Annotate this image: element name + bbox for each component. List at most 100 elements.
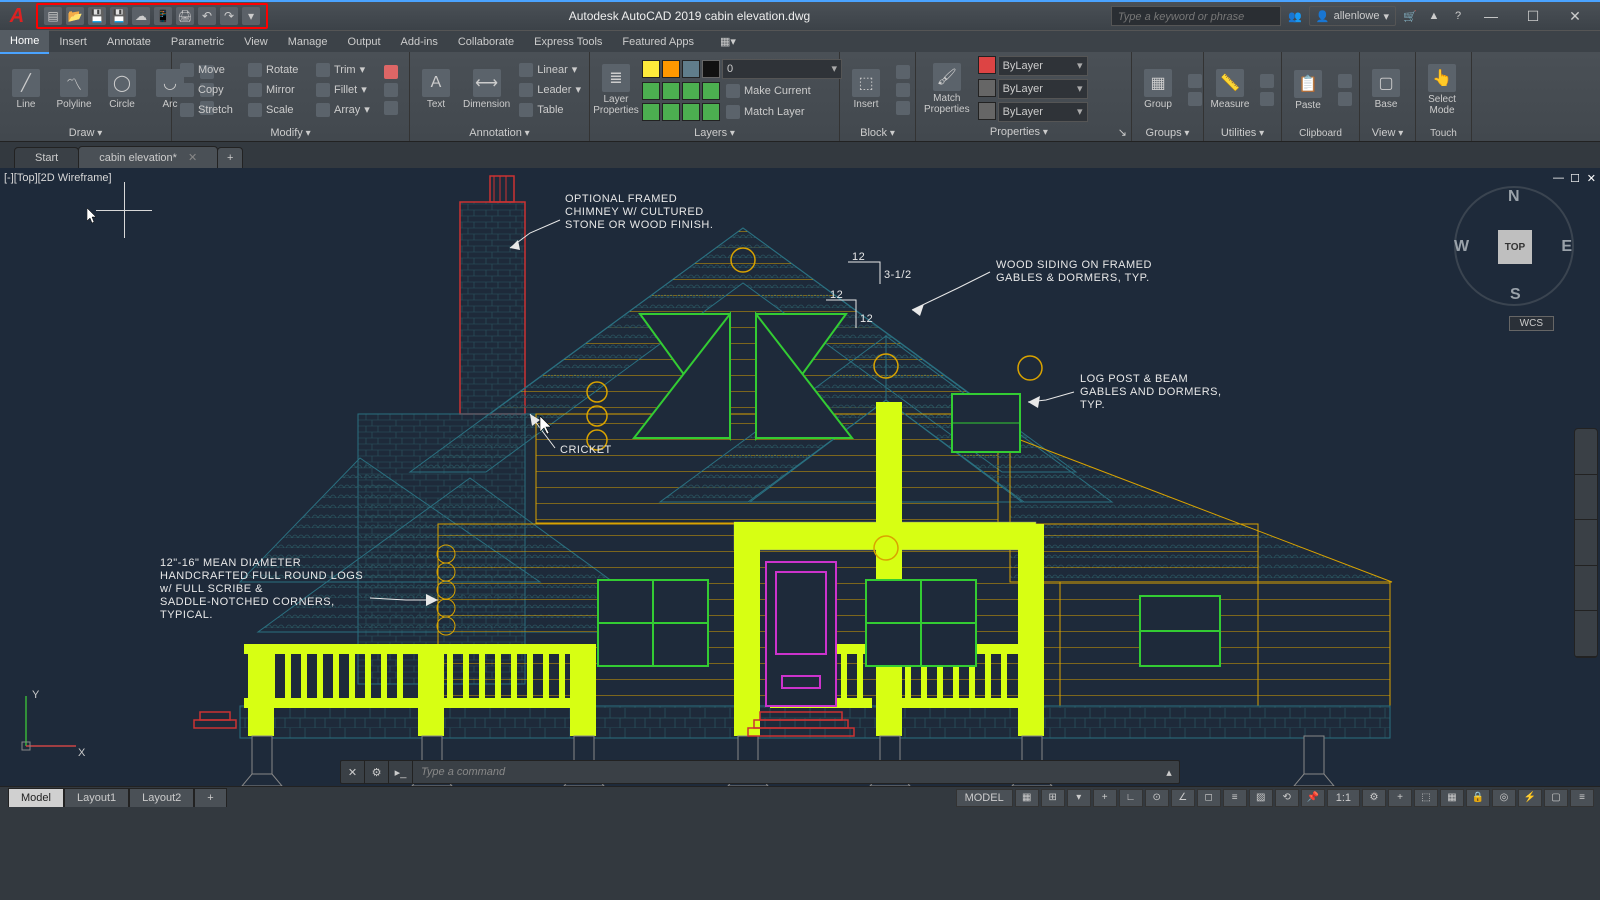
layer-iso-icon[interactable] (642, 82, 660, 100)
snap-button[interactable]: ⊞ (1041, 789, 1065, 807)
move-button[interactable]: Move (176, 61, 240, 79)
compass-n[interactable]: N (1508, 188, 1520, 206)
rotate-button[interactable]: Rotate (244, 61, 308, 79)
command-line[interactable]: ✕ ⚙ ▸_ Type a command ▴ (340, 760, 1180, 784)
tab-insert[interactable]: Insert (49, 31, 97, 53)
tab-start[interactable]: Start (14, 147, 79, 168)
transparency-button[interactable]: ▨ (1249, 789, 1273, 807)
lineweight-dropdown[interactable]: ByLayer (998, 79, 1088, 99)
layer-off-icon[interactable] (682, 82, 700, 100)
tab-layout1[interactable]: Layout1 (64, 788, 129, 807)
text-button[interactable]: AText (414, 67, 458, 112)
search-input[interactable]: Type a keyword or phrase (1111, 6, 1281, 26)
lock-ui-button[interactable]: 🔒 (1466, 789, 1490, 807)
dynamic-input-button[interactable]: + (1093, 789, 1117, 807)
create-block-button[interactable] (892, 64, 914, 80)
isolate-button[interactable]: ◎ (1492, 789, 1516, 807)
nav-zoom-button[interactable] (1575, 520, 1597, 566)
viewport-restore[interactable]: ☐ (1570, 172, 1580, 185)
layer-dropdown[interactable]: 0 (722, 59, 842, 79)
linetype-dropdown[interactable]: ByLayer (998, 102, 1088, 122)
measure-button[interactable]: 📏Measure (1208, 67, 1252, 112)
select-mode-button[interactable]: 👆Select Mode (1420, 62, 1464, 118)
signin-icon[interactable]: 👥 (1285, 6, 1305, 26)
scale-button[interactable]: Scale (244, 101, 308, 119)
cycling-button[interactable]: ⟲ (1275, 789, 1299, 807)
panel-label[interactable]: View ▾ (1364, 125, 1411, 141)
leader-button[interactable]: Leader ▾ (515, 81, 585, 99)
copy-clip-button[interactable] (1334, 91, 1356, 107)
linetype-icon[interactable] (978, 102, 996, 120)
lineweight-icon[interactable] (978, 79, 996, 97)
undo-icon[interactable]: ↶ (198, 7, 216, 25)
infer-button[interactable]: ▾ (1067, 789, 1091, 807)
close-tab-icon[interactable]: ✕ (188, 152, 197, 164)
mobile-icon[interactable]: 📱 (154, 7, 172, 25)
layer-color-icon[interactable] (702, 60, 720, 78)
minimize-button[interactable]: — (1472, 3, 1510, 29)
mirror-button[interactable]: Mirror (244, 81, 308, 99)
make-current-button[interactable]: Make Current (722, 82, 842, 100)
trim-button[interactable]: Trim ▾ (312, 61, 376, 79)
tab-home[interactable]: Home (0, 30, 49, 54)
copy-button[interactable]: Copy (176, 81, 240, 99)
layer-state-icon[interactable] (642, 60, 660, 78)
tab-collaborate[interactable]: Collaborate (448, 31, 524, 53)
base-button[interactable]: ▢Base (1364, 67, 1408, 112)
fillet-button[interactable]: Fillet ▾ (312, 81, 376, 99)
cut-button[interactable] (1334, 73, 1356, 89)
web-icon[interactable]: ☁ (132, 7, 150, 25)
tab-file[interactable]: cabin elevation* ✕ (78, 146, 218, 168)
layer-btn-b[interactable] (662, 103, 680, 121)
tab-parametric[interactable]: Parametric (161, 31, 234, 53)
count-button[interactable] (1256, 73, 1278, 89)
wcs-label[interactable]: WCS (1509, 316, 1554, 331)
panel-label[interactable]: Annotation ▾ (414, 125, 585, 141)
match-properties-button[interactable]: 🖌Match Properties (920, 61, 974, 117)
tab-annotate[interactable]: Annotate (97, 31, 161, 53)
erase-button[interactable] (380, 64, 402, 80)
save-icon[interactable]: 💾 (88, 7, 106, 25)
layer-on-icon[interactable] (702, 82, 720, 100)
view-cube[interactable]: TOP N E S W (1454, 186, 1574, 306)
ortho-button[interactable]: ∟ (1119, 789, 1143, 807)
layer-properties-button[interactable]: ≣Layer Properties (594, 62, 638, 118)
command-input[interactable]: Type a command (413, 766, 1159, 778)
paste-button[interactable]: 📋Paste (1286, 68, 1330, 113)
help-icon[interactable]: ? (1448, 6, 1468, 26)
panel-label[interactable]: Block ▾ (844, 125, 911, 141)
tab-layout2[interactable]: Layout2 (129, 788, 194, 807)
color-dropdown[interactable]: ByLayer (998, 56, 1088, 76)
tab-manage[interactable]: Manage (278, 31, 338, 53)
tab-view[interactable]: View (234, 31, 278, 53)
table-button[interactable]: Table (515, 101, 585, 119)
explode-button[interactable] (380, 82, 402, 98)
open-icon[interactable]: 📂 (66, 7, 84, 25)
workspace-button[interactable]: ⚙ (1362, 789, 1386, 807)
nav-showmotion-button[interactable] (1575, 611, 1597, 657)
clean-screen-button[interactable]: ▢ (1544, 789, 1568, 807)
layer-btn-a[interactable] (642, 103, 660, 121)
compass-s[interactable]: S (1510, 286, 1521, 304)
ungroup-button[interactable] (1184, 73, 1206, 89)
cube-top[interactable]: TOP (1498, 230, 1532, 264)
tab-model[interactable]: Model (8, 788, 64, 807)
group-edit-button[interactable] (1184, 91, 1206, 107)
viewport-close[interactable]: ✕ (1587, 172, 1596, 185)
tab-extras-icon[interactable]: ▦▾ (710, 31, 746, 53)
panel-label[interactable]: Groups ▾ (1136, 125, 1199, 141)
annotation-scale-button[interactable]: 📌 (1301, 789, 1325, 807)
viewport-controls[interactable]: [-][Top][2D Wireframe] (4, 172, 112, 184)
panel-label[interactable]: Utilities ▾ (1208, 125, 1277, 141)
maximize-button[interactable]: ☐ (1514, 3, 1552, 29)
match-layer-button[interactable]: Match Layer (722, 103, 842, 121)
redo-icon[interactable]: ↷ (220, 7, 238, 25)
layer-uniso-icon[interactable] (662, 82, 680, 100)
layer-btn-c[interactable] (682, 103, 700, 121)
tab-featured[interactable]: Featured Apps (612, 31, 704, 53)
array-button[interactable]: Array ▾ (312, 101, 376, 119)
linear-button[interactable]: Linear ▾ (515, 61, 585, 79)
app-store-icon[interactable]: ▲ (1424, 6, 1444, 26)
offset-button[interactable] (380, 100, 402, 116)
edit-block-button[interactable] (892, 82, 914, 98)
